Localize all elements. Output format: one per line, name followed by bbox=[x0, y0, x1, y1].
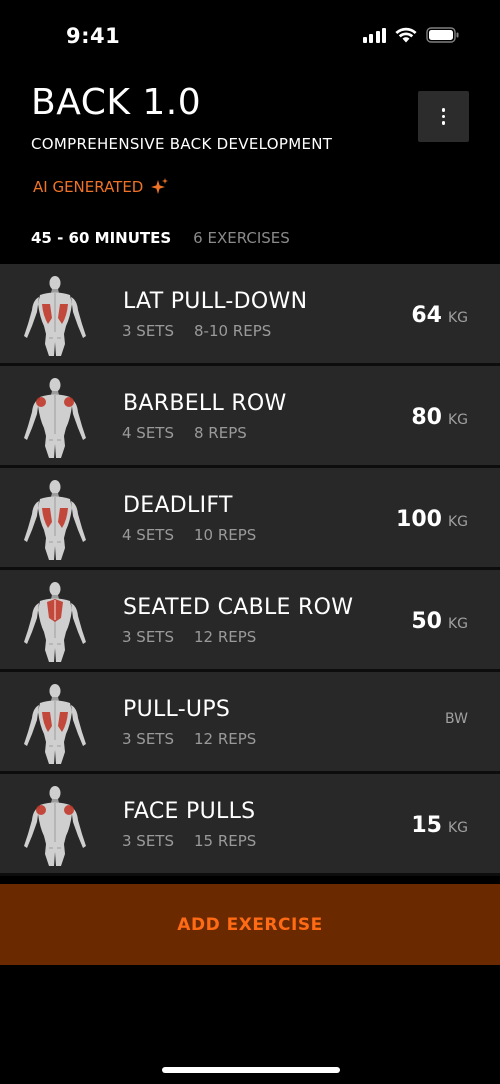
more-options-button[interactable] bbox=[418, 91, 469, 142]
back-muscle-figure-icon bbox=[24, 378, 86, 458]
exercise-row[interactable]: FACE PULLS 3 SETS 15 REPS 15 KG bbox=[0, 774, 500, 876]
exercise-sets: 3 SETS bbox=[122, 832, 174, 850]
weight-value: 15 bbox=[411, 813, 442, 838]
cellular-signal-icon bbox=[362, 27, 386, 43]
back-muscle-figure-icon bbox=[24, 786, 86, 866]
exercise-name: LAT PULL-DOWN bbox=[123, 289, 308, 314]
weight-value: 50 bbox=[411, 609, 442, 634]
exercise-detail: 4 SETS 8 REPS bbox=[122, 424, 247, 442]
home-indicator bbox=[162, 1067, 340, 1073]
exercise-sets: 3 SETS bbox=[122, 730, 174, 748]
weight-value: 80 bbox=[411, 405, 442, 430]
sparkle-icon bbox=[151, 178, 169, 194]
back-muscle-figure-icon bbox=[24, 582, 86, 662]
exercise-sets: 4 SETS bbox=[122, 526, 174, 544]
weight-unit: KG bbox=[447, 514, 468, 530]
exercise-reps: 15 REPS bbox=[194, 832, 257, 850]
bodyweight-label: BW bbox=[445, 711, 468, 727]
duration-label: 45 - 60 MINUTES bbox=[31, 229, 172, 247]
status-icons bbox=[362, 27, 461, 43]
status-time: 9:41 bbox=[66, 24, 121, 48]
status-bar: 9:41 bbox=[0, 0, 500, 76]
exercise-sets: 4 SETS bbox=[122, 424, 174, 442]
more-vertical-icon bbox=[441, 108, 446, 125]
exercise-row[interactable]: PULL-UPS 3 SETS 12 REPS BW bbox=[0, 672, 500, 774]
exercise-name: DEADLIFT bbox=[123, 493, 233, 518]
back-muscle-figure-icon bbox=[24, 684, 86, 764]
exercise-weight: 50 KG bbox=[411, 609, 468, 634]
exercise-row[interactable]: LAT PULL-DOWN 3 SETS 8-10 REPS 64 KG bbox=[0, 264, 500, 366]
weight-value: 64 bbox=[411, 303, 442, 328]
back-muscle-figure-icon bbox=[24, 276, 86, 356]
exercise-reps: 12 REPS bbox=[194, 730, 257, 748]
exercise-weight: 100 KG bbox=[396, 507, 468, 532]
weight-unit: KG bbox=[447, 820, 468, 836]
wifi-icon bbox=[395, 27, 417, 43]
exercise-row[interactable]: BARBELL ROW 4 SETS 8 REPS 80 KG bbox=[0, 366, 500, 468]
page-subtitle: COMPREHENSIVE BACK DEVELOPMENT bbox=[31, 135, 333, 153]
page-title: BACK 1.0 bbox=[31, 82, 202, 123]
exercise-list: LAT PULL-DOWN 3 SETS 8-10 REPS 64 KG BAR… bbox=[0, 264, 500, 876]
exercise-detail: 3 SETS 15 REPS bbox=[122, 832, 256, 850]
exercise-weight: 64 KG bbox=[411, 303, 468, 328]
exercise-reps: 12 REPS bbox=[194, 628, 257, 646]
exercise-detail: 4 SETS 10 REPS bbox=[122, 526, 256, 544]
back-muscle-figure-icon bbox=[24, 480, 86, 560]
exercise-sets: 3 SETS bbox=[122, 322, 174, 340]
battery-icon bbox=[426, 27, 459, 43]
weight-value: 100 bbox=[396, 507, 442, 532]
exercise-reps: 8 REPS bbox=[194, 424, 247, 442]
exercise-name: PULL-UPS bbox=[123, 697, 231, 722]
exercise-weight: 80 KG bbox=[411, 405, 468, 430]
exercise-reps: 8-10 REPS bbox=[194, 322, 272, 340]
exercise-name: FACE PULLS bbox=[123, 799, 256, 824]
exercise-detail: 3 SETS 8-10 REPS bbox=[122, 322, 271, 340]
exercise-row[interactable]: DEADLIFT 4 SETS 10 REPS 100 KG bbox=[0, 468, 500, 570]
ai-generated-badge: AI GENERATED bbox=[33, 177, 169, 197]
add-exercise-button[interactable]: ADD EXERCISE bbox=[0, 884, 500, 965]
exercise-name: SEATED CABLE ROW bbox=[123, 595, 354, 620]
weight-unit: KG bbox=[447, 616, 468, 632]
exercise-sets: 3 SETS bbox=[122, 628, 174, 646]
exercise-detail: 3 SETS 12 REPS bbox=[122, 628, 256, 646]
weight-unit: KG bbox=[447, 310, 468, 326]
workout-meta: 45 - 60 MINUTES 6 EXERCISES bbox=[31, 229, 290, 247]
exercise-detail: 3 SETS 12 REPS bbox=[122, 730, 256, 748]
exercise-weight: BW bbox=[445, 711, 468, 727]
exercise-name: BARBELL ROW bbox=[123, 391, 287, 416]
weight-unit: KG bbox=[447, 412, 468, 428]
ai-generated-label: AI GENERATED bbox=[33, 178, 144, 196]
exercise-reps: 10 REPS bbox=[194, 526, 257, 544]
exercise-weight: 15 KG bbox=[411, 813, 468, 838]
exercise-row[interactable]: SEATED CABLE ROW 3 SETS 12 REPS 50 KG bbox=[0, 570, 500, 672]
exercise-count-label: 6 EXERCISES bbox=[193, 229, 290, 247]
